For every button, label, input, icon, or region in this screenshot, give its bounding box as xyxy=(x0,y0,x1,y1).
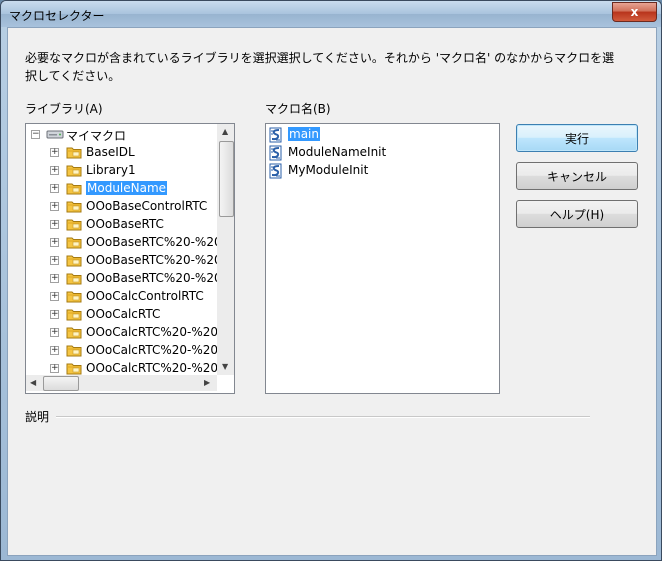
folder-icon xyxy=(66,254,82,267)
tree-library-item[interactable]: + OOoBaseRTC xyxy=(26,216,217,234)
drive-icon xyxy=(46,128,64,141)
help-button[interactable]: ヘルプ(H) xyxy=(516,200,638,228)
basic-macro-icon xyxy=(268,127,284,143)
library-item-label: OOoCalcRTC%20-%20 xyxy=(86,361,219,375)
folder-icon xyxy=(66,218,82,231)
macro-item-label: ModuleNameInit xyxy=(288,145,387,159)
tree-library-item[interactable]: + OOoBaseRTC%20-%20 xyxy=(26,234,222,252)
expand-icon[interactable]: + xyxy=(50,256,59,265)
tree-library-item[interactable]: + OOoBaseRTC%20-%20 xyxy=(26,270,222,288)
folder-icon xyxy=(66,182,82,195)
tree-library-item[interactable]: + Library1 xyxy=(26,162,217,180)
folder-icon xyxy=(66,326,82,339)
library-item-label: BaseIDL xyxy=(86,145,135,159)
library-label: ライブラリ(A) xyxy=(25,102,103,116)
expand-icon[interactable]: + xyxy=(50,364,59,373)
expand-icon[interactable]: + xyxy=(50,148,59,157)
window-title: マクロセレクター xyxy=(9,9,105,23)
macro-list-item[interactable]: MyModuleInit xyxy=(268,162,496,180)
folder-icon xyxy=(66,236,82,249)
expand-icon[interactable]: + xyxy=(50,346,59,355)
cancel-button[interactable]: キャンセル xyxy=(516,162,638,190)
folder-icon xyxy=(66,146,82,159)
library-item-label: OOoBaseControlRTC xyxy=(86,199,208,213)
library-item-label: OOoBaseRTC%20-%20 xyxy=(86,235,222,249)
collapse-icon[interactable]: − xyxy=(31,130,40,139)
folder-icon xyxy=(66,290,82,303)
expand-icon[interactable]: + xyxy=(50,310,59,319)
expand-icon[interactable]: + xyxy=(50,238,59,247)
tree-library-item[interactable]: + OOoCalcRTC%20-%20 xyxy=(26,342,219,360)
tree-library-item[interactable]: + OOoBaseRTC%20-%20 xyxy=(26,252,222,270)
tree-library-item[interactable]: + OOoCalcControlRTC xyxy=(26,288,217,306)
tree-library-item[interactable]: + OOoCalcRTC xyxy=(26,306,217,324)
library-item-label: OOoBaseRTC%20-%20 xyxy=(86,253,222,267)
library-vertical-scroll-thumb[interactable] xyxy=(219,141,234,217)
library-item-label: OOoCalcControlRTC xyxy=(86,289,204,303)
expand-icon[interactable]: + xyxy=(50,202,59,211)
instruction-text: 必要なマクロが含まれているライブラリを選択選択してください。それから 'マクロ名… xyxy=(25,51,615,83)
macro-selector-dialog: マクロセレクター x 必要なマクロが含まれているライブラリを選択選択してください… xyxy=(0,0,662,561)
library-item-label: ModuleName xyxy=(86,181,168,195)
folder-icon xyxy=(66,272,82,285)
macro-name-list[interactable]: main ModuleNameInit MyModuleInit xyxy=(265,123,500,394)
expand-icon[interactable]: + xyxy=(50,292,59,301)
macro-list-item[interactable]: ModuleNameInit xyxy=(268,144,496,162)
macro-item-label: main xyxy=(288,127,320,141)
run-button[interactable]: 実行 xyxy=(516,124,638,152)
folder-icon xyxy=(66,344,82,357)
scroll-right-arrow-icon[interactable]: ▶ xyxy=(204,378,210,387)
tree-library-item[interactable]: + ModuleName xyxy=(26,180,217,198)
library-item-label: OOoCalcRTC xyxy=(86,307,161,321)
expand-icon[interactable]: + xyxy=(50,328,59,337)
expand-icon[interactable]: + xyxy=(50,220,59,229)
library-horizontal-scrollbar[interactable]: ◀ ▶ xyxy=(26,375,217,391)
library-horizontal-scroll-thumb[interactable] xyxy=(43,376,79,391)
scroll-down-arrow-icon[interactable]: ▼ xyxy=(222,362,228,371)
tree-library-item[interactable]: + OOoCalcRTC%20-%20 xyxy=(26,324,219,342)
scroll-up-arrow-icon[interactable]: ▲ xyxy=(222,127,228,136)
library-tree[interactable]: − マイマクロ + BaseIDL + Library1 + ModuleName + OOoBa… xyxy=(25,123,235,394)
macro-name-label: マクロ名(B) xyxy=(265,102,331,116)
folder-icon xyxy=(66,362,82,375)
library-item-label: Library1 xyxy=(86,163,136,177)
library-item-label: OOoBaseRTC xyxy=(86,217,164,231)
tree-root-label: マイマクロ xyxy=(66,129,127,143)
expand-icon[interactable]: + xyxy=(50,274,59,283)
explanation-separator xyxy=(56,416,590,418)
tree-library-item[interactable]: + OOoBaseControlRTC xyxy=(26,198,217,216)
library-item-label: OOoCalcRTC%20-%20 xyxy=(86,325,219,339)
close-icon: x xyxy=(630,5,639,19)
dialog-body: 必要なマクロが含まれているライブラリを選択選択してください。それから 'マクロ名… xyxy=(7,27,657,556)
library-vertical-scrollbar[interactable]: ▲ ▼ xyxy=(217,124,234,375)
explanation-label: 説明 xyxy=(25,410,50,424)
macro-item-label: MyModuleInit xyxy=(288,163,369,177)
close-button[interactable]: x xyxy=(612,2,657,22)
scroll-left-arrow-icon[interactable]: ◀ xyxy=(30,378,36,387)
expand-icon[interactable]: + xyxy=(50,166,59,175)
expand-icon[interactable]: + xyxy=(50,184,59,193)
basic-macro-icon xyxy=(268,145,284,161)
library-item-label: OOoBaseRTC%20-%20 xyxy=(86,271,222,285)
macro-list-item[interactable]: main xyxy=(268,126,496,144)
tree-root-my-macros[interactable]: − マイマクロ xyxy=(26,126,217,144)
library-item-label: OOoCalcRTC%20-%20 xyxy=(86,343,219,357)
folder-icon xyxy=(66,200,82,213)
basic-macro-icon xyxy=(268,163,284,179)
folder-icon xyxy=(66,308,82,321)
title-bar[interactable]: マクロセレクター x xyxy=(1,1,661,27)
folder-icon xyxy=(66,164,82,177)
tree-library-item[interactable]: + BaseIDL xyxy=(26,144,217,162)
